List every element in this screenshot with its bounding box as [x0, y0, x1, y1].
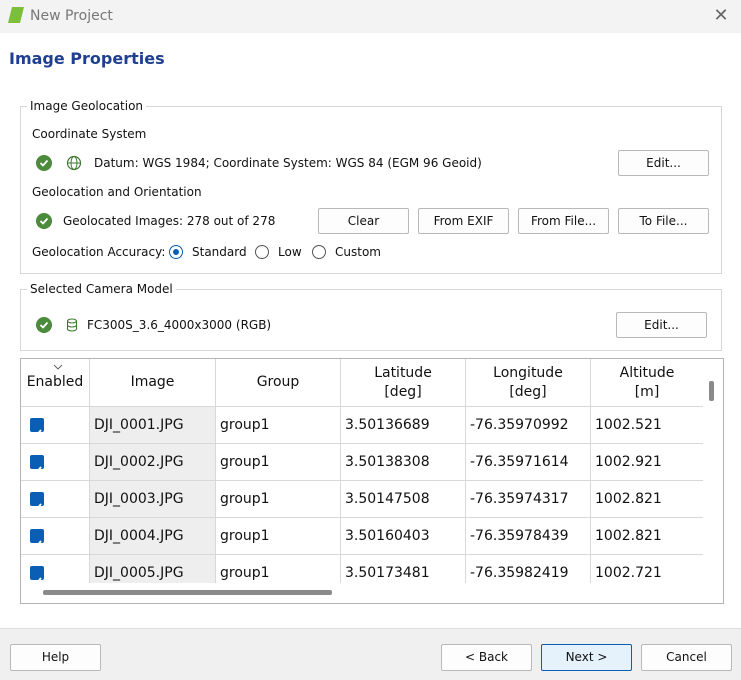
- lat-cell: 3.50147508: [341, 481, 466, 518]
- check-ok-icon: [36, 213, 52, 229]
- accuracy-low-label[interactable]: Low: [278, 245, 302, 259]
- alt-cell: 1002.821: [591, 518, 703, 555]
- back-label: < Back: [464, 650, 508, 664]
- accuracy-standard-radio[interactable]: [169, 245, 183, 259]
- enabled-checkbox[interactable]: [30, 418, 44, 438]
- next-label: Next >: [565, 650, 608, 664]
- clear-button[interactable]: Clear: [318, 208, 409, 234]
- app-logo-icon: [8, 7, 24, 23]
- column-header-group-label: Group: [256, 374, 300, 390]
- lon-cell: -76.35974317: [466, 481, 591, 518]
- accuracy-standard-label[interactable]: Standard: [192, 245, 247, 259]
- footer-divider: [0, 628, 741, 629]
- alt-cell: 1002.821: [591, 481, 703, 518]
- next-button[interactable]: Next >: [541, 644, 632, 671]
- geolocation-orientation-label: Geolocation and Orientation: [32, 185, 202, 199]
- enabled-checkbox[interactable]: [30, 455, 44, 475]
- table-row[interactable]: DJI_0003.JPG group1 3.50147508 -76.35974317…: [21, 481, 703, 518]
- alt-cell: 1002.521: [591, 407, 703, 444]
- group-cell: group1: [216, 518, 341, 555]
- coordinate-edit-button[interactable]: Edit...: [618, 150, 709, 176]
- column-header-longitude-label: Longitude [deg]: [493, 364, 563, 400]
- table-row[interactable]: DJI_0002.JPG group1 3.50138308 -76.35971614…: [21, 444, 703, 481]
- group-cell: group1: [216, 481, 341, 518]
- globe-icon: [66, 155, 82, 174]
- page-title: Image Properties: [9, 49, 165, 68]
- vertical-scrollbar-thumb[interactable]: [709, 381, 714, 401]
- from-exif-label: From EXIF: [433, 214, 494, 228]
- accuracy-custom-label[interactable]: Custom: [335, 245, 381, 259]
- sort-chevron-icon: [53, 359, 63, 373]
- lon-cell: -76.35978439: [466, 518, 591, 555]
- enabled-checkbox[interactable]: [30, 529, 44, 549]
- image-cell: DJI_0002.JPG: [90, 444, 216, 481]
- enabled-checkbox[interactable]: [30, 566, 44, 586]
- enabled-cell: [21, 407, 90, 444]
- column-header-longitude[interactable]: Longitude [deg]: [466, 359, 591, 407]
- column-header-latitude-label: Latitude [deg]: [374, 364, 432, 400]
- accuracy-custom-radio[interactable]: [312, 245, 326, 259]
- image-table: Enabled Image Group Latitude [deg] Longi…: [20, 358, 724, 604]
- cancel-button[interactable]: Cancel: [641, 644, 732, 671]
- accuracy-low-radio[interactable]: [255, 245, 269, 259]
- enabled-cell: [21, 481, 90, 518]
- camera-edit-button[interactable]: Edit...: [616, 312, 707, 338]
- help-label: Help: [41, 650, 70, 664]
- table-row[interactable]: DJI_0004.JPG group1 3.50160403 -76.35978439…: [21, 518, 703, 555]
- coordinate-edit-label: Edit...: [646, 156, 681, 170]
- group-cell: group1: [216, 444, 341, 481]
- check-ok-icon: [36, 155, 52, 171]
- column-header-group[interactable]: Group: [216, 359, 341, 407]
- check-ok-icon: [36, 317, 52, 333]
- column-header-image[interactable]: Image: [90, 359, 216, 407]
- lat-cell: 3.50138308: [341, 444, 466, 481]
- image-geolocation-legend: Image Geolocation: [27, 99, 147, 113]
- to-file-label: To File...: [639, 214, 688, 228]
- column-header-altitude[interactable]: Altitude [m]: [591, 359, 703, 407]
- lon-cell: -76.35970992: [466, 407, 591, 444]
- enabled-cell: [21, 518, 90, 555]
- lat-cell: 3.50160403: [341, 518, 466, 555]
- lat-cell: 3.50136689: [341, 407, 466, 444]
- image-cell: DJI_0003.JPG: [90, 481, 216, 518]
- help-button[interactable]: Help: [10, 644, 101, 671]
- close-icon[interactable]: ✕: [711, 6, 731, 26]
- clear-label: Clear: [347, 214, 380, 228]
- horizontal-scrollbar-thumb[interactable]: [43, 590, 332, 595]
- from-file-button[interactable]: From File...: [518, 208, 609, 234]
- column-header-enabled-label: Enabled: [26, 374, 84, 390]
- camera-model-legend: Selected Camera Model: [27, 282, 176, 296]
- back-button[interactable]: < Back: [441, 644, 532, 671]
- cancel-label: Cancel: [666, 650, 707, 664]
- alt-cell: 1002.921: [591, 444, 703, 481]
- geolocated-images-text: Geolocated Images: 278 out of 278: [63, 214, 276, 228]
- column-header-latitude[interactable]: Latitude [deg]: [341, 359, 466, 407]
- column-header-image-label: Image: [130, 374, 175, 390]
- lon-cell: -76.35971614: [466, 444, 591, 481]
- coordinate-system-label: Coordinate System: [32, 127, 147, 141]
- from-exif-button[interactable]: From EXIF: [418, 208, 509, 234]
- enabled-checkbox[interactable]: [30, 492, 44, 512]
- table-row[interactable]: DJI_0001.JPG group1 3.50136689 -76.35970992…: [21, 407, 703, 444]
- window-title: New Project: [30, 8, 113, 24]
- to-file-button[interactable]: To File...: [618, 208, 709, 234]
- coordinate-system-text: Datum: WGS 1984; Coordinate System: WGS …: [94, 156, 482, 170]
- column-header-altitude-label: Altitude [m]: [619, 364, 675, 400]
- camera-model-text: FC300S_3.6_4000x3000 (RGB): [87, 318, 272, 332]
- image-cell: DJI_0001.JPG: [90, 407, 216, 444]
- from-file-label: From File...: [530, 214, 597, 228]
- group-cell: group1: [216, 407, 341, 444]
- image-cell: DJI_0004.JPG: [90, 518, 216, 555]
- database-icon: [66, 318, 78, 335]
- camera-edit-label: Edit...: [644, 318, 679, 332]
- enabled-cell: [21, 444, 90, 481]
- geolocation-accuracy-label: Geolocation Accuracy:: [32, 245, 166, 259]
